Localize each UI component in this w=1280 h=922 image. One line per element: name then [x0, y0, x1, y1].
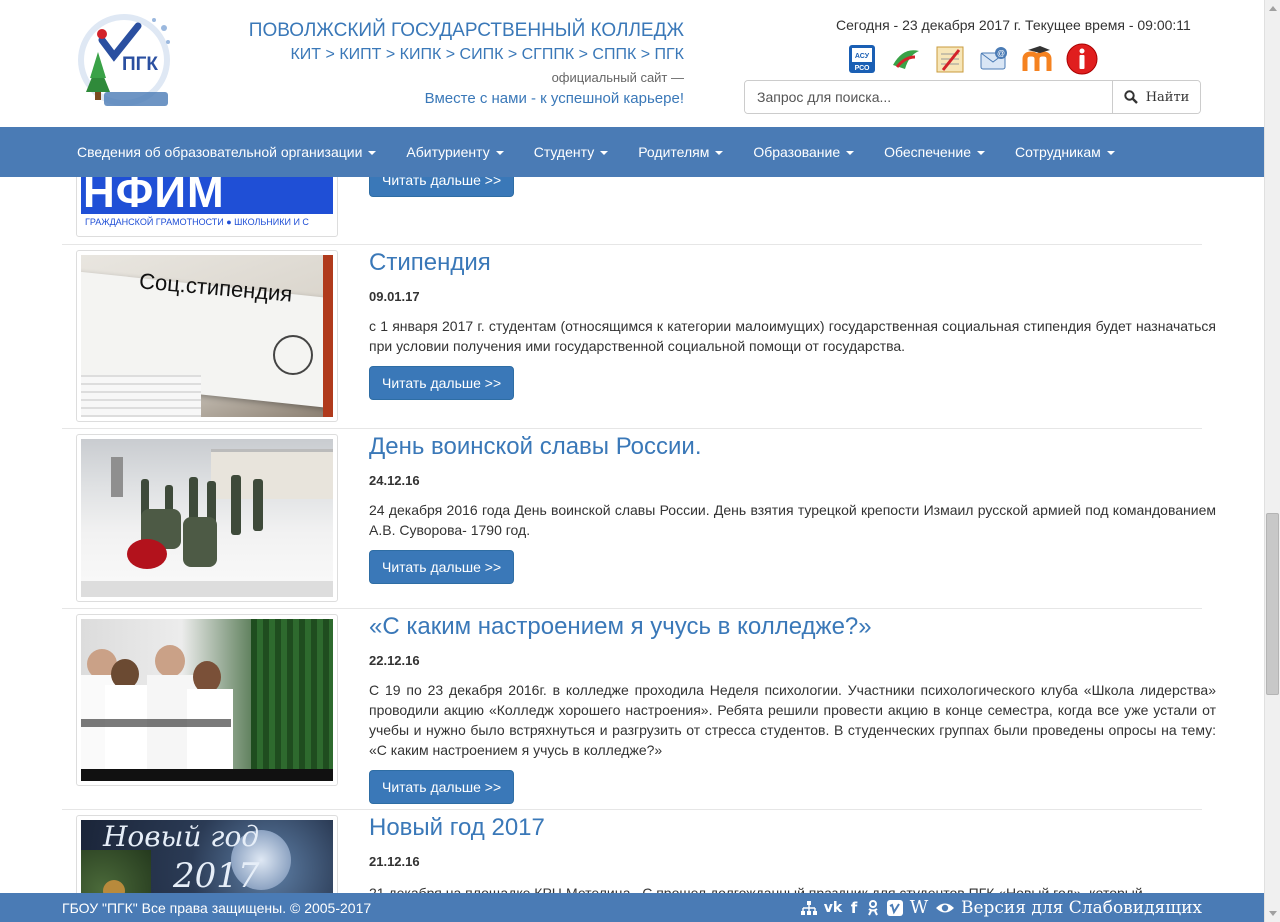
news-date: 09.01.17: [369, 289, 420, 304]
nav-label: Сотрудникам: [1015, 144, 1101, 160]
quick-links: АСУ РСО @: [846, 43, 1098, 75]
news-title[interactable]: «С каким настроением я учусь в колледже?…: [369, 613, 872, 641]
news-list: НФИМ ГРАЖДАНСКОЙ ГРАМОТНОСТИ ● ШКОЛЬНИКИ…: [0, 177, 1264, 893]
current-datetime: Сегодня - 23 декабря 2017 г. Текущее вре…: [836, 17, 1191, 33]
vk-icon[interactable]: vk: [823, 900, 843, 916]
nav-label: Обеспечение: [884, 144, 971, 160]
footer-links: vk f W Версия для Слабовидящих: [800, 897, 1202, 918]
official-site-label: официальный сайт —: [551, 70, 684, 85]
news-item: Новый год 2017 Новый год 2017 21.12.16 2…: [62, 809, 1202, 893]
nav-label: Сведения об образовательной организации: [77, 144, 363, 160]
caret-down-icon: [1106, 151, 1115, 155]
thumbnail-caption: ГРАЖДАНСКОЙ ГРАМОТНОСТИ ● ШКОЛЬНИКИ И С: [81, 214, 333, 232]
nav-label: Родителям: [638, 144, 710, 160]
divider: [62, 608, 1202, 609]
wikipedia-icon[interactable]: W: [909, 897, 929, 918]
nav-item-staff[interactable]: Сотрудникам: [1000, 127, 1130, 177]
site-footer: ГБОУ "ПГК" Все права защищены. © 2005-20…: [0, 893, 1264, 922]
search-form: Найти: [744, 80, 1201, 114]
news-date: 24.12.16: [369, 473, 420, 488]
nav-label: Абитуриенту: [406, 144, 490, 160]
nav-item-parents[interactable]: Родителям: [623, 127, 738, 177]
news-thumbnail[interactable]: Соц.стипендия: [76, 250, 338, 422]
caret-down-icon: [600, 151, 609, 155]
site-header: ПГК ПОВОЛЖСКИЙ ГОСУДАРСТВЕННЫЙ КОЛЛЕДЖ К…: [0, 0, 1264, 127]
news-item: «С каким настроением я учусь в колледже?…: [62, 608, 1216, 809]
vimeo-icon[interactable]: [886, 899, 903, 916]
news-date: 21.12.16: [369, 854, 420, 869]
read-more-button[interactable]: Читать дальше >>: [369, 770, 515, 804]
nav-item-support[interactable]: Обеспечение: [869, 127, 1000, 177]
thumbnail-text: НФИМ: [83, 177, 225, 217]
caret-down-icon: [715, 151, 724, 155]
read-more-button[interactable]: Читать дальше >>: [369, 177, 515, 197]
thumbnail-text: Новый год: [103, 820, 260, 853]
college-title[interactable]: ПОВОЛЖСКИЙ ГОСУДАРСТВЕННЫЙ КОЛЛЕДЖ: [249, 20, 684, 42]
college-history-chain: КИТ > КИПТ > КИПК > СИПК > СГППК > СППК …: [290, 46, 684, 63]
search-input[interactable]: [745, 81, 1112, 113]
news-item: День воинской славы России. 24.12.16 24 …: [62, 428, 1216, 608]
moodle-icon[interactable]: [1022, 43, 1054, 75]
page: ПГК ПОВОЛЖСКИЙ ГОСУДАРСТВЕННЫЙ КОЛЛЕДЖ К…: [0, 0, 1280, 922]
asu-rso-icon[interactable]: АСУ РСО: [846, 43, 878, 75]
svg-text:АСУ: АСУ: [855, 53, 870, 60]
news-excerpt: 24 декабря 2016 года День воинской славы…: [369, 502, 1216, 538]
scrollbar-thumb[interactable]: [1266, 513, 1279, 695]
news-thumbnail[interactable]: [76, 434, 338, 602]
news-thumbnail[interactable]: НФИМ ГРАЖДАНСКОЙ ГРАМОТНОСТИ ● ШКОЛЬНИКИ…: [76, 177, 338, 237]
scroll-down-arrow-icon[interactable]: [1265, 905, 1280, 922]
nav-item-student[interactable]: Студенту: [519, 127, 623, 177]
divider: [62, 428, 1202, 429]
college-logo[interactable]: ПГК: [64, 12, 176, 112]
info-icon[interactable]: [1066, 43, 1098, 75]
news-date: 22.12.16: [369, 653, 420, 668]
svg-text:РСО: РСО: [855, 65, 870, 72]
accessibility-version-link[interactable]: Версия для Слабовидящих: [961, 898, 1202, 918]
odnoklassniki-icon[interactable]: [865, 899, 881, 916]
nav-item-applicant[interactable]: Абитуриенту: [391, 127, 518, 177]
nav-label: Образование: [753, 144, 841, 160]
facebook-icon[interactable]: f: [849, 899, 859, 917]
nav-label: Студенту: [533, 144, 595, 160]
news-title[interactable]: Стипендия: [369, 249, 491, 277]
vertical-scrollbar[interactable]: [1264, 0, 1280, 922]
schedule-icon[interactable]: [934, 43, 966, 75]
search-icon: [1123, 90, 1138, 104]
search-button[interactable]: Найти: [1112, 81, 1200, 113]
college-slogan: Вместе с нами - к успешной карьере!: [424, 90, 684, 107]
sitemap-icon[interactable]: [800, 900, 817, 916]
eye-icon[interactable]: [935, 900, 955, 916]
caret-down-icon: [368, 151, 377, 155]
email-icon[interactable]: @: [978, 43, 1010, 75]
news-thumbnail[interactable]: Новый год 2017: [76, 815, 338, 893]
copyright-text: ГБОУ "ПГК" Все права защищены. © 2005-20…: [62, 899, 372, 916]
caret-down-icon: [846, 151, 855, 155]
caret-down-icon: [495, 151, 504, 155]
svg-text:@: @: [997, 49, 1005, 58]
logo-text: ПГК: [122, 54, 158, 75]
bird-icon[interactable]: [890, 43, 922, 75]
news-excerpt: с 1 января 2017 г. студентам (относящимс…: [369, 318, 1216, 354]
news-thumbnail[interactable]: [76, 614, 338, 786]
scroll-up-arrow-icon[interactable]: [1265, 0, 1280, 17]
news-excerpt: 21 декабря на площадке КРЦ Метелица –С п…: [369, 885, 1143, 893]
caret-down-icon: [977, 151, 985, 155]
read-more-button[interactable]: Читать дальше >>: [369, 550, 515, 584]
nav-item-organization[interactable]: Сведения об образовательной организации: [62, 127, 391, 177]
news-excerpt: С 19 по 23 декабря 2016г. в колледже про…: [369, 682, 1216, 758]
nav-item-education[interactable]: Образование: [738, 127, 869, 177]
search-button-label: Найти: [1145, 89, 1190, 105]
divider: [62, 244, 1202, 245]
divider: [62, 809, 1202, 810]
main-nav: Сведения об образовательной организации …: [0, 127, 1264, 177]
read-more-button[interactable]: Читать дальше >>: [369, 366, 515, 400]
news-title[interactable]: Новый год 2017: [369, 814, 545, 842]
thumbnail-year: 2017: [173, 856, 260, 893]
news-title[interactable]: День воинской славы России.: [369, 433, 702, 461]
news-item: Соц.стипендия Стипендия 09.01.17 с 1 янв…: [62, 244, 1216, 428]
news-item: НФИМ ГРАЖДАНСКОЙ ГРАМОТНОСТИ ● ШКОЛЬНИКИ…: [62, 177, 1202, 244]
